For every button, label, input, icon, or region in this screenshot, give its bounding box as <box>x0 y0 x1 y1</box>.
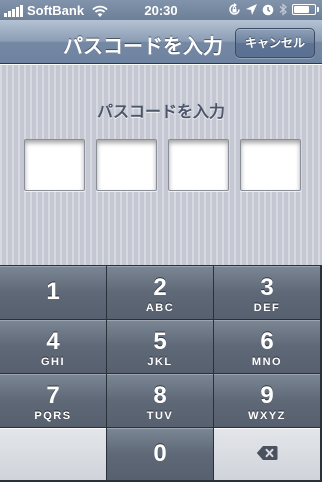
key-letters: TUV <box>146 410 174 422</box>
key-digit: 2 <box>153 274 167 301</box>
passcode-panel: パスコードを入力 <box>0 65 322 265</box>
status-bar: SoftBank 20:30 <box>0 0 322 20</box>
key-blank <box>0 428 106 480</box>
key-1[interactable]: 1 <box>0 266 106 319</box>
passcode-digit-field-4[interactable] <box>240 139 301 191</box>
key-letters: JKL <box>147 356 173 368</box>
backspace-icon <box>256 446 278 460</box>
delete-button[interactable] <box>214 428 320 480</box>
key-letters: DEF <box>253 302 281 314</box>
key-letters: GHI <box>40 356 66 368</box>
key-9[interactable]: 9 WXYZ <box>214 374 320 427</box>
key-letters: MNO <box>251 356 283 368</box>
passcode-digit-field-2[interactable] <box>96 139 157 191</box>
key-digit: 3 <box>260 274 274 301</box>
key-digit: 5 <box>153 328 167 355</box>
passcode-digit-field-1[interactable] <box>24 139 85 191</box>
passcode-fields <box>24 139 301 191</box>
bluetooth-icon <box>279 3 287 16</box>
key-digit: 4 <box>46 328 60 355</box>
key-8[interactable]: 8 TUV <box>107 374 213 427</box>
rotation-lock-icon <box>229 3 240 15</box>
key-2[interactable]: 2 ABC <box>107 266 213 319</box>
passcode-digit-field-3[interactable] <box>168 139 229 191</box>
key-0[interactable]: 0 <box>107 428 213 480</box>
navigation-bar: パスコードを入力 キャンセル <box>0 20 322 64</box>
alarm-clock-icon <box>262 4 274 15</box>
key-6[interactable]: 6 MNO <box>214 320 320 373</box>
cancel-button[interactable]: キャンセル <box>234 28 315 58</box>
key-digit: 1 <box>46 278 60 305</box>
passcode-prompt: パスコードを入力 <box>96 104 225 121</box>
page-title: パスコードを入力 <box>63 36 223 58</box>
key-letters: ABC <box>145 302 175 314</box>
key-digit: 7 <box>46 382 60 409</box>
key-digit: 0 <box>153 440 167 467</box>
key-digit: 8 <box>153 382 167 409</box>
battery-icon <box>292 4 319 15</box>
numeric-keypad: 1 2 ABC 3 DEF 4 GHI 5 JKL 6 MNO 7 PQRS 8… <box>0 265 322 482</box>
key-letters: WXYZ <box>248 410 286 422</box>
key-5[interactable]: 5 JKL <box>107 320 213 373</box>
key-letters: PQRS <box>34 410 72 422</box>
key-4[interactable]: 4 GHI <box>0 320 106 373</box>
key-3[interactable]: 3 DEF <box>214 266 320 319</box>
key-digit: 6 <box>260 328 274 355</box>
key-7[interactable]: 7 PQRS <box>0 374 106 427</box>
status-right <box>228 3 319 16</box>
key-digit: 9 <box>260 382 274 409</box>
location-icon <box>246 4 257 15</box>
